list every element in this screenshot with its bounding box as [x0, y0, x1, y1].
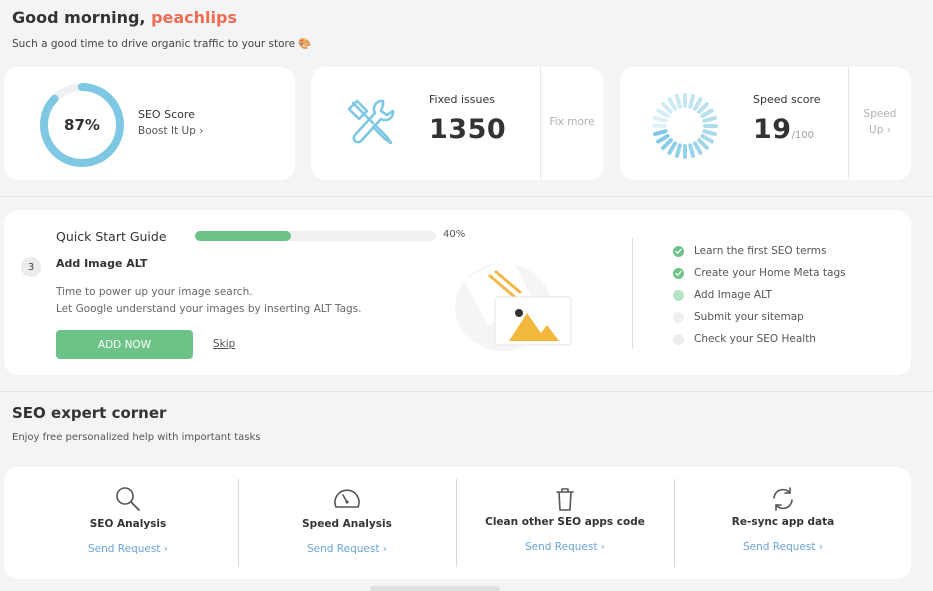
checklist-item[interactable]: Create your Home Meta tags	[673, 262, 846, 284]
fixed-issues-label: Fixed issues	[429, 93, 495, 106]
speed-analysis-send-request-link[interactable]: Send Request ›	[238, 543, 456, 555]
speed-score-value: 19	[753, 114, 792, 145]
fixed-issues-card: Fixed issues 1350 Fix more	[311, 67, 603, 180]
trash-icon	[556, 488, 574, 511]
spinner-tick	[667, 141, 677, 155]
spinner-tick	[688, 143, 696, 158]
spinner-tick	[656, 108, 670, 118]
spinner-tick	[688, 94, 696, 109]
clean-apps-code-title: Clean other SEO apps code	[485, 516, 645, 528]
username: peachlips	[151, 8, 237, 27]
speed-analysis-title: Speed Analysis	[302, 518, 392, 530]
spinner-tick	[674, 94, 682, 109]
subtitle-text: Such a good time to drive organic traffi…	[12, 38, 296, 50]
spinner-tick	[674, 143, 682, 158]
pending-dot-icon	[673, 311, 684, 323]
checklist-item-label: Submit your sitemap	[694, 311, 804, 323]
spinner-tick	[693, 97, 703, 111]
resync-data-item: Re-sync app data Send Request ›	[674, 467, 892, 579]
quick-start-divider	[632, 238, 633, 349]
palette-emoji-icon: 🎨	[298, 38, 312, 50]
sync-icon	[773, 487, 793, 511]
step-desc-line2: Let Google understand your images by ins…	[56, 303, 362, 315]
spinner-tick	[702, 129, 717, 137]
add-now-button[interactable]: ADD NOW	[56, 330, 193, 359]
greeting-text: Good morning,	[12, 8, 146, 27]
spinner-tick	[697, 138, 709, 150]
checklist-item-label: Add Image ALT	[694, 289, 772, 301]
spinner-tick	[700, 108, 714, 118]
greeting-subtitle: Such a good time to drive organic traffi…	[12, 37, 312, 50]
spinner-tick	[653, 115, 668, 123]
quick-start-progress-label: 40%	[443, 229, 466, 240]
boost-it-up-link[interactable]: Boost It Up ›	[138, 125, 203, 137]
speed-score-label: Speed score	[753, 93, 821, 106]
checklist-item-label: Check your SEO Health	[694, 333, 816, 345]
quick-start-checklist: Learn the first SEO terms Create your Ho…	[673, 240, 846, 350]
seo-score-value: 87%	[64, 116, 100, 134]
spinner-tick	[700, 134, 714, 144]
section-divider	[0, 391, 933, 392]
step-desc-line1: Time to power up your image search.	[56, 286, 253, 298]
spinner-tick	[697, 102, 709, 114]
seo-analysis-send-request-link[interactable]: Send Request ›	[19, 543, 237, 555]
spinner-tick	[661, 138, 673, 150]
resync-data-send-request-link[interactable]: Send Request ›	[674, 541, 892, 553]
quick-start-title: Quick Start Guide	[56, 229, 167, 244]
check-icon	[673, 245, 684, 257]
check-icon	[673, 267, 684, 279]
quick-start-progress-bar	[195, 231, 436, 241]
seo-score-label: SEO Score	[138, 108, 195, 121]
image-alt-illustration	[455, 256, 572, 351]
expert-corner-subtitle: Enjoy free personalized help with import…	[12, 432, 261, 443]
speed-up-line1: Speed	[863, 108, 897, 120]
seo-analysis-item: SEO Analysis Send Request ›	[19, 467, 237, 579]
progress-fill	[195, 231, 292, 241]
spinner-tick	[702, 115, 717, 123]
quick-start-card: Quick Start Guide 40% 3 Add Image ALT Ti…	[4, 210, 911, 375]
checklist-item-label: Create your Home Meta tags	[694, 267, 846, 279]
speed-analysis-item: Speed Analysis Send Request ›	[238, 467, 456, 579]
seo-score-card: 87% SEO Score Boost It Up ›	[4, 67, 295, 180]
section-divider	[0, 196, 933, 197]
search-icon	[116, 487, 140, 511]
step-description: Time to power up your image search. Let …	[56, 284, 361, 318]
speed-score-card: Speed score 19/100 Speed Up ›	[620, 67, 911, 180]
checklist-item[interactable]: Check your SEO Health	[673, 328, 846, 350]
speed-score-unit: /100	[791, 130, 815, 141]
clean-apps-code-send-request-link[interactable]: Send Request ›	[456, 541, 674, 553]
seo-analysis-title: SEO Analysis	[89, 518, 167, 530]
expert-corner-title: SEO expert corner	[12, 404, 167, 422]
loading-spinner-icon	[652, 93, 718, 159]
greeting-heading: Good morning, peachlips	[12, 8, 237, 27]
spinner-tick	[661, 102, 673, 114]
speed-score-value-wrap: 19/100	[753, 114, 814, 145]
skip-link[interactable]: Skip	[213, 338, 235, 350]
spinner-tick	[693, 141, 703, 155]
fix-more-link[interactable]: Fix more	[541, 114, 603, 130]
resync-data-title: Re-sync app data	[731, 516, 835, 528]
current-step-dot-icon	[673, 289, 684, 301]
clean-apps-code-item: Clean other SEO apps code Send Request ›	[456, 467, 674, 579]
checklist-item-label: Learn the first SEO terms	[694, 245, 827, 257]
spinner-tick	[667, 97, 677, 111]
step-number-badge: 3	[21, 257, 41, 277]
spinner-tick	[656, 134, 670, 144]
checklist-item[interactable]: Learn the first SEO terms	[673, 240, 846, 262]
wrench-screwdriver-icon	[347, 99, 395, 145]
expert-corner-card: SEO Analysis Send Request › Speed Analys…	[4, 467, 911, 579]
pending-dot-icon	[673, 333, 684, 345]
scroll-shadow	[370, 586, 500, 591]
speedometer-icon	[334, 489, 360, 508]
step-title: Add Image ALT	[56, 257, 148, 270]
fixed-issues-value: 1350	[429, 114, 507, 145]
checklist-item[interactable]: Add Image ALT	[673, 284, 846, 306]
checklist-item[interactable]: Submit your sitemap	[673, 306, 846, 328]
speed-up-link[interactable]: Speed Up ›	[849, 106, 911, 138]
spinner-tick	[653, 129, 668, 137]
speed-up-line2: Up ›	[869, 124, 891, 136]
